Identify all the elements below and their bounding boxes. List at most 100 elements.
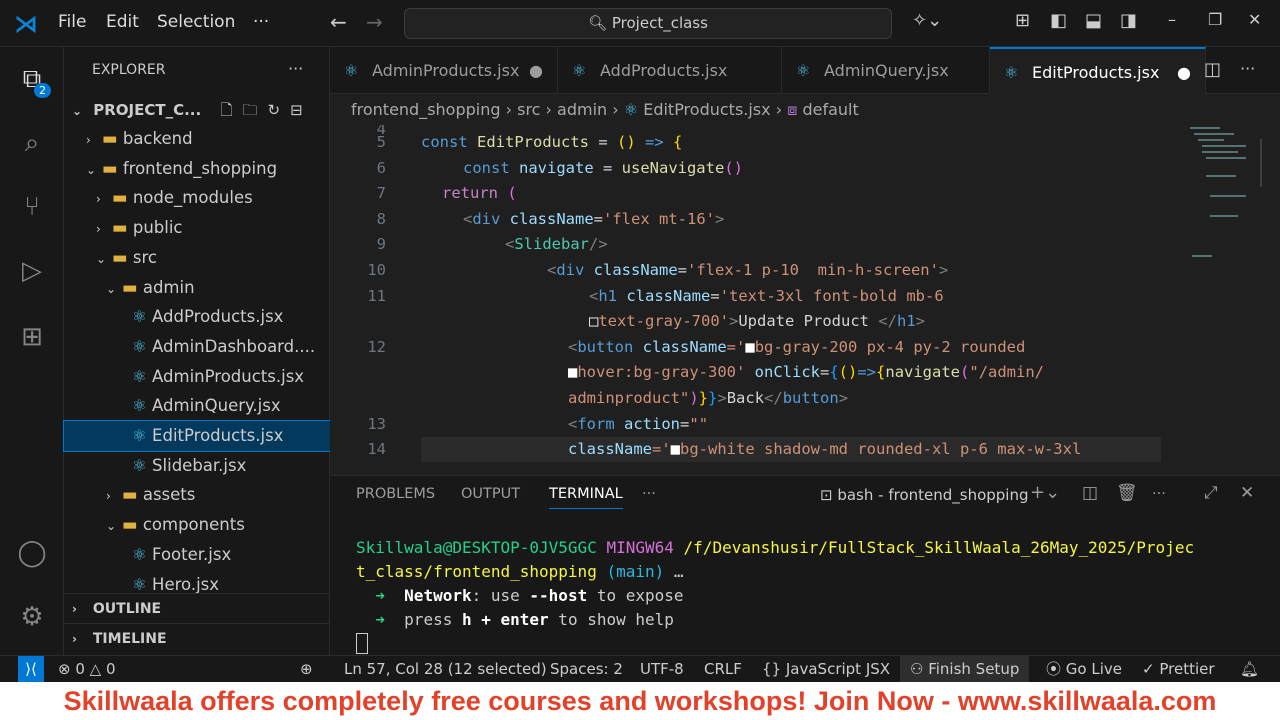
- encoding[interactable]: UTF-8: [640, 656, 684, 682]
- kill-terminal-icon[interactable]: 🗑︎: [1116, 483, 1138, 503]
- file-item[interactable]: ⚛ Footer.jsx: [64, 540, 330, 570]
- prettier-button[interactable]: ✓ Prettier: [1142, 656, 1215, 682]
- menu-more[interactable]: ···: [253, 12, 269, 32]
- terminal-selector[interactable]: ⊡ bash - frontend_shopping: [820, 486, 1029, 504]
- react-file-icon: ⚛: [132, 426, 153, 445]
- minimize-icon[interactable]: –: [1168, 10, 1176, 29]
- code-line[interactable]: <h1 className='text-3xl font-bold mb-6: [589, 284, 944, 309]
- menu-selection[interactable]: Selection: [157, 12, 235, 32]
- folder-item[interactable]: ⌄ ▬ frontend_shopping: [64, 154, 330, 184]
- unsaved-dot-icon[interactable]: ●: [529, 47, 543, 94]
- file-item[interactable]: ⚛ AdminProducts.jsx: [64, 362, 330, 392]
- problems-indicator[interactable]: ⊗ 0 △ 0: [58, 656, 116, 682]
- code-line[interactable]: className='■bg-white shadow-md rounded-x…: [421, 437, 1161, 463]
- breadcrumb-item[interactable]: EditProducts.jsx: [643, 100, 770, 119]
- new-file-folder-refresh-collapse-icons[interactable]: 🗋🗀↻⊟: [220, 101, 312, 119]
- extensions-icon[interactable]: ⊞: [14, 319, 50, 355]
- code-line[interactable]: <div className='flex mt-16'>: [463, 207, 724, 232]
- project-root[interactable]: ⌄ PROJECT_C... 🗋🗀↻⊟: [64, 95, 330, 125]
- file-item[interactable]: ⚛ AdminDashboard....: [64, 332, 330, 362]
- toggle-panel-icon[interactable]: ⬓: [1085, 10, 1102, 31]
- breadcrumb-item[interactable]: src: [517, 100, 540, 119]
- code-line[interactable]: ■hover:bg-gray-300' onClick={()=>{naviga…: [568, 360, 1044, 385]
- code-line[interactable]: const navigate = useNavigate(): [463, 156, 743, 181]
- tab-addproducts[interactable]: ⚛ AddProducts.jsx: [558, 47, 782, 94]
- toggle-secondary-sidebar-icon[interactable]: ◨: [1120, 10, 1137, 31]
- notifications-bell-icon[interactable]: 🔔︎: [1240, 656, 1259, 682]
- tab-adminproducts[interactable]: ⚛ AdminProducts.jsx ●: [330, 47, 558, 94]
- breadcrumb-item[interactable]: default: [802, 100, 858, 119]
- folder-item[interactable]: ⌄ ▬ components: [64, 510, 330, 540]
- timeline-section[interactable]: › TIMELINE: [64, 623, 330, 653]
- run-debug-icon[interactable]: ▷: [14, 253, 50, 289]
- split-terminal-icon[interactable]: ◫: [1082, 483, 1098, 503]
- line-ending[interactable]: CRLF: [704, 656, 742, 682]
- code-line[interactable]: adminproduct")}}>Back</button>: [568, 386, 848, 411]
- finish-setup-button[interactable]: ⚇ Finish Setup: [900, 656, 1030, 682]
- tab-problems[interactable]: PROBLEMS: [356, 486, 435, 502]
- search-icon[interactable]: ⌕: [14, 125, 50, 161]
- folder-item[interactable]: › ▬ node_modules: [64, 183, 330, 213]
- menu-edit[interactable]: Edit: [106, 12, 139, 32]
- close-window-icon[interactable]: ✕: [1248, 10, 1261, 29]
- minimap[interactable]: [1188, 125, 1262, 265]
- code-line[interactable]: □text-gray-700'>Update Product </h1>: [589, 309, 925, 334]
- close-panel-icon[interactable]: ✕: [1240, 483, 1254, 503]
- folder-item[interactable]: › ▬ backend: [64, 124, 330, 154]
- panel-more[interactable]: ···: [642, 486, 656, 502]
- more-actions-icon[interactable]: ···: [288, 59, 303, 78]
- status-bar: ⟩⟨ ⊗ 0 △ 0 ⊕ Ln 57, Col 28 (12 selected)…: [0, 655, 1280, 682]
- code-token: div: [472, 209, 510, 228]
- folder-item[interactable]: ⌄ ▬ admin: [64, 273, 330, 303]
- tab-terminal[interactable]: TERMINAL: [549, 486, 623, 509]
- tab-editproducts[interactable]: ⚛ EditProducts.jsx ●: [990, 47, 1206, 94]
- code-line[interactable]: <button className='■bg-gray-200 px-4 py-…: [568, 335, 1025, 360]
- file-item[interactable]: ⚛ AddProducts.jsx: [64, 302, 330, 332]
- new-terminal-icon[interactable]: +⌄: [1030, 482, 1060, 503]
- more-icon[interactable]: ···: [1152, 486, 1166, 502]
- code-line[interactable]: <Slidebar/>: [505, 232, 608, 257]
- layout-customize-icon[interactable]: ⊞: [1015, 10, 1030, 31]
- tab-output[interactable]: OUTPUT: [461, 486, 520, 502]
- tab-adminquery[interactable]: ⚛ AdminQuery.jsx: [782, 47, 990, 94]
- code-token: Back: [726, 389, 765, 407]
- breadcrumb-item[interactable]: frontend_shopping: [351, 100, 501, 119]
- folder-item[interactable]: › ▬ public: [64, 213, 330, 243]
- indentation[interactable]: Spaces: 2: [550, 656, 623, 682]
- item-label: assets: [142, 485, 196, 505]
- code-editor[interactable]: 4 5 const EditProducts = () => {6 const nav…: [330, 125, 1280, 475]
- code-line[interactable]: const EditProducts = () => {: [421, 130, 682, 155]
- file-item[interactable]: ⚛ EditProducts.jsx: [63, 420, 331, 452]
- forward-arrow-icon[interactable]: →: [366, 10, 383, 34]
- source-control-icon[interactable]: ⑂: [14, 189, 50, 225]
- settings-gear-icon[interactable]: ⚙: [14, 599, 50, 635]
- cursor-position[interactable]: Ln 57, Col 28 (12 selected): [344, 656, 547, 682]
- split-editor-icon[interactable]: ◫: [1204, 59, 1221, 80]
- code-line[interactable]: <div className='flex-1 p-10 min-h-screen…: [547, 258, 948, 283]
- account-icon[interactable]: ◯: [14, 535, 50, 571]
- more-actions-icon[interactable]: ···: [1240, 59, 1255, 78]
- menu-file[interactable]: File: [58, 12, 86, 32]
- zoom-icon[interactable]: ⊕: [300, 656, 313, 682]
- back-arrow-icon[interactable]: ←: [330, 10, 347, 34]
- folder-item[interactable]: › ▬ assets: [64, 480, 330, 510]
- copilot-icon[interactable]: ✧⌄: [912, 10, 942, 31]
- search-icon: 🔍︎: [588, 14, 612, 32]
- breadcrumb-item[interactable]: admin: [557, 100, 607, 119]
- unsaved-dot-icon[interactable]: ●: [1177, 49, 1191, 96]
- remote-indicator-icon[interactable]: ⟩⟨: [18, 656, 44, 682]
- code-line[interactable]: <form action="": [568, 412, 708, 437]
- item-label: AddProducts.jsx: [152, 307, 284, 327]
- restore-icon[interactable]: ❐: [1208, 10, 1222, 29]
- folder-item[interactable]: ⌄ ▬ src: [64, 243, 330, 273]
- code-line[interactable]: return (: [442, 181, 517, 206]
- language-mode[interactable]: {} JavaScript JSX: [762, 656, 890, 682]
- command-center-search[interactable]: 🔍︎ Project_class: [404, 8, 892, 39]
- terminal-output[interactable]: Skillwala@DESKTOP-0JV5GGC MINGW64 /f/Dev…: [356, 536, 1194, 656]
- file-item[interactable]: ⚛ Slidebar.jsx: [64, 451, 330, 481]
- go-live-button[interactable]: ⦿ Go Live: [1046, 656, 1122, 682]
- maximize-panel-icon[interactable]: ⤢: [1204, 483, 1218, 503]
- outline-section[interactable]: › OUTLINE: [64, 593, 330, 623]
- file-item[interactable]: ⚛ AdminQuery.jsx: [64, 391, 330, 421]
- toggle-sidebar-icon[interactable]: ◧: [1050, 10, 1067, 31]
